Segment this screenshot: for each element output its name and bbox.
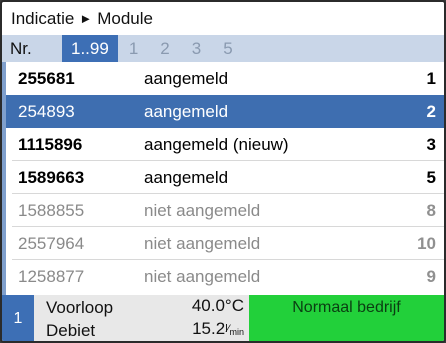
module-index: 5 <box>426 167 436 187</box>
breadcrumb: Indicatie ► Module <box>2 2 444 35</box>
status-panel: 1 Voorloop 40.0°C Debiet 15.2l⁄min Norma… <box>2 295 444 341</box>
device-screen: Indicatie ► Module Nr. 1..99 1 2 3 5 255… <box>0 0 446 343</box>
list-item[interactable]: 1258877 niet aangemeld 9 <box>12 260 444 293</box>
module-status: aangemeld <box>144 101 229 121</box>
tab-bar: Nr. 1..99 1 2 3 5 <box>2 35 444 62</box>
module-number: 2557964 <box>18 233 85 253</box>
debit-value-group: 15.2l⁄min <box>162 319 244 339</box>
module-index: 2 <box>426 101 436 121</box>
tab-5[interactable]: 5 <box>212 35 243 62</box>
list-item[interactable]: 1588855 niet aangemeld 8 <box>12 194 444 227</box>
list-item[interactable]: 2557964 niet aangemeld 10 <box>12 227 444 260</box>
tab-nr-label: Nr. <box>10 38 32 58</box>
flow-value: 40.0°C <box>191 296 244 315</box>
tab-1-99[interactable]: 1..99 <box>62 35 118 62</box>
module-index: 9 <box>426 266 436 286</box>
module-status: niet aangemeld <box>144 200 261 220</box>
module-status: aangemeld <box>144 68 229 88</box>
module-index: 8 <box>426 200 436 220</box>
zone-indicator: 1 <box>2 295 34 341</box>
module-number: 255681 <box>18 68 75 88</box>
module-list[interactable]: 255681 aangemeld 1 254893 aangemeld 2 1115896 a… <box>2 62 444 295</box>
module-status: niet aangemeld <box>144 266 261 286</box>
module-number: 1258877 <box>18 266 85 286</box>
module-status: niet aangemeld <box>144 233 261 253</box>
list-item-selected[interactable]: 254893 aangemeld 2 <box>6 95 444 128</box>
module-number: 1115896 <box>18 134 83 154</box>
debit-unit-den: min <box>229 327 244 337</box>
module-number: 1589663 <box>18 167 85 187</box>
module-index: 1 <box>426 68 436 88</box>
module-index: 10 <box>417 233 436 253</box>
breadcrumb-indicatie[interactable]: Indicatie <box>11 9 74 29</box>
debit-label: Debiet <box>46 321 96 340</box>
module-number: 254893 <box>18 101 75 121</box>
module-number: 1588855 <box>18 200 85 220</box>
tab-3[interactable]: 3 <box>181 35 212 62</box>
tab-1[interactable]: 1 <box>118 35 149 62</box>
module-index: 3 <box>426 134 436 154</box>
operating-mode-badge: Normaal bedrijf <box>249 295 444 341</box>
flow-label: Voorloop <box>46 298 114 317</box>
list-item[interactable]: 1589663 aangemeld 5 <box>12 161 444 194</box>
module-status: aangemeld <box>144 167 229 187</box>
breadcrumb-module: Module <box>97 8 153 28</box>
list-item[interactable]: 1115896 aangemeld (nieuw) 3 <box>12 128 444 161</box>
module-status: aangemeld (nieuw) <box>144 134 289 154</box>
arrow-right-icon: ► <box>79 11 93 26</box>
list-item[interactable]: 255681 aangemeld 1 <box>12 62 444 95</box>
debit-value: 15.2 <box>192 319 226 338</box>
tab-2[interactable]: 2 <box>149 35 180 62</box>
operating-mode-label: Normaal bedrijf <box>292 299 401 316</box>
